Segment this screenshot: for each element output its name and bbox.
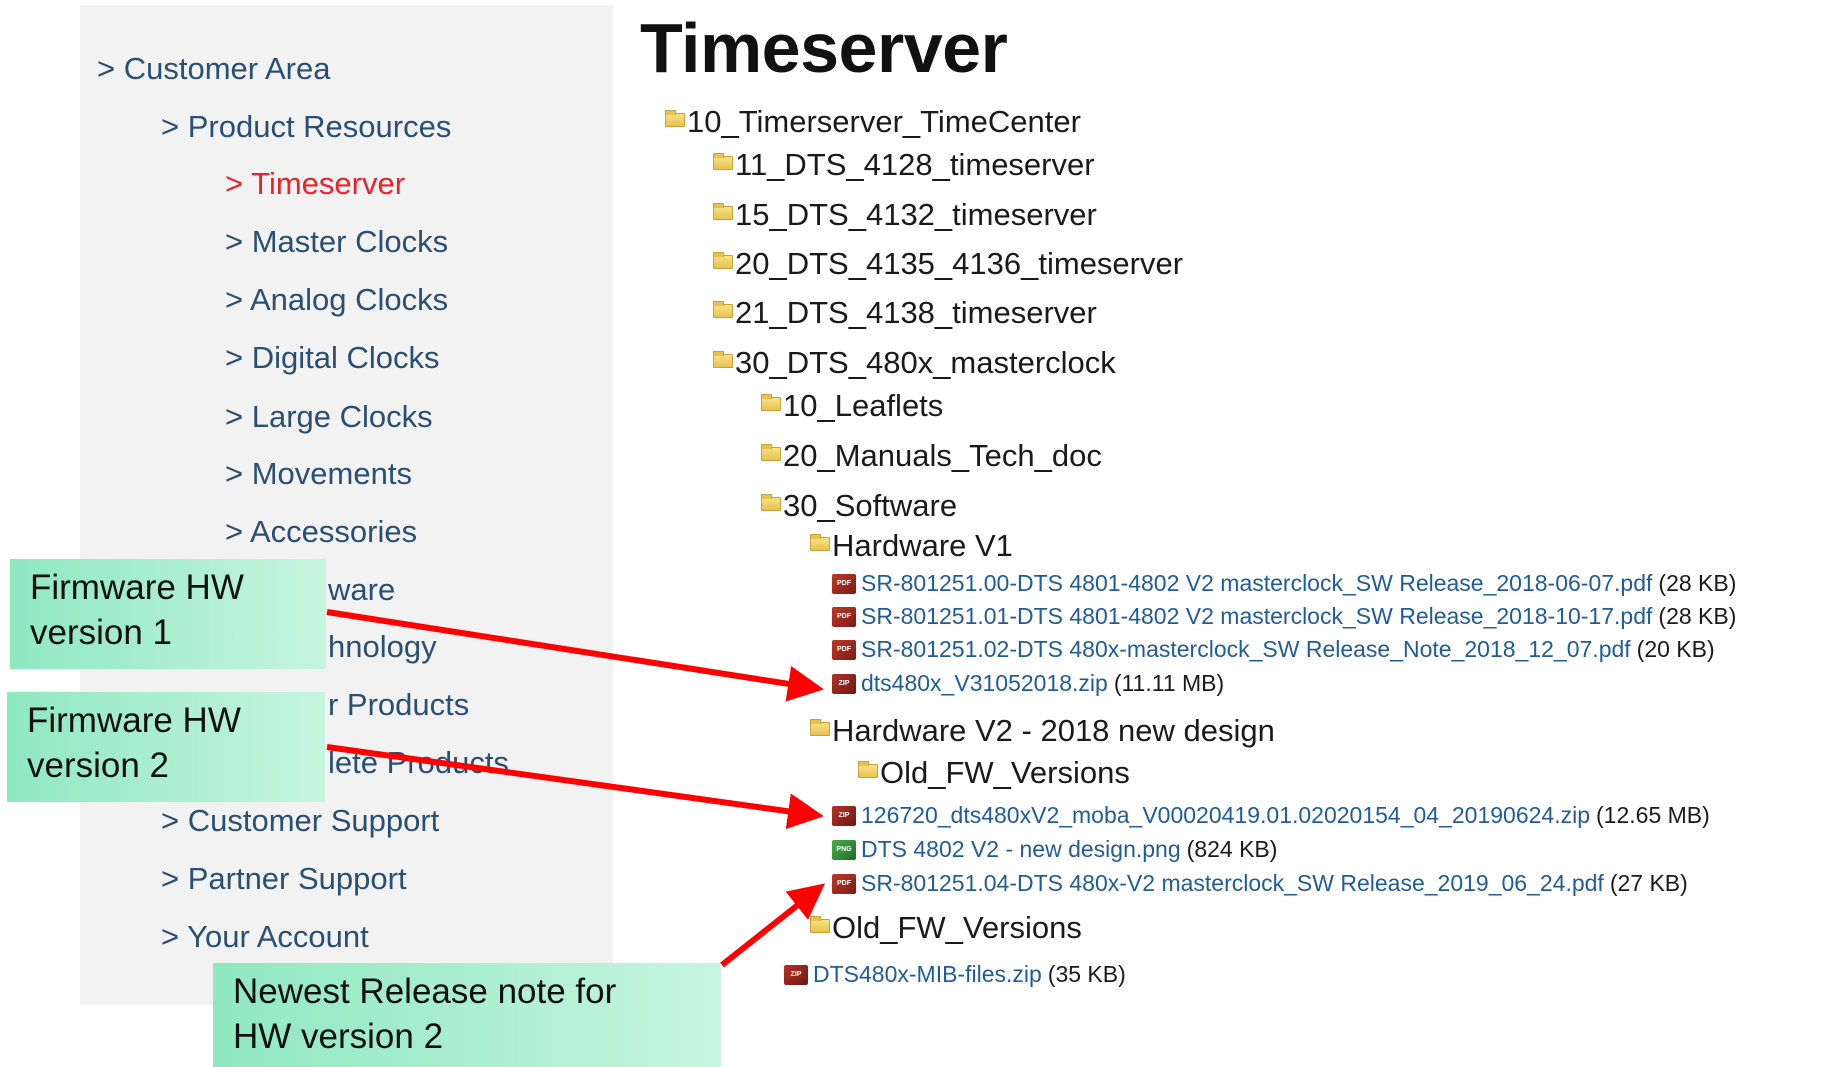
arrow-to-fw-v1 — [326, 609, 824, 702]
annotation-arrows — [326, 609, 826, 968]
arrow-to-release-note — [720, 883, 826, 968]
arrow-to-fw-v2 — [326, 744, 824, 830]
